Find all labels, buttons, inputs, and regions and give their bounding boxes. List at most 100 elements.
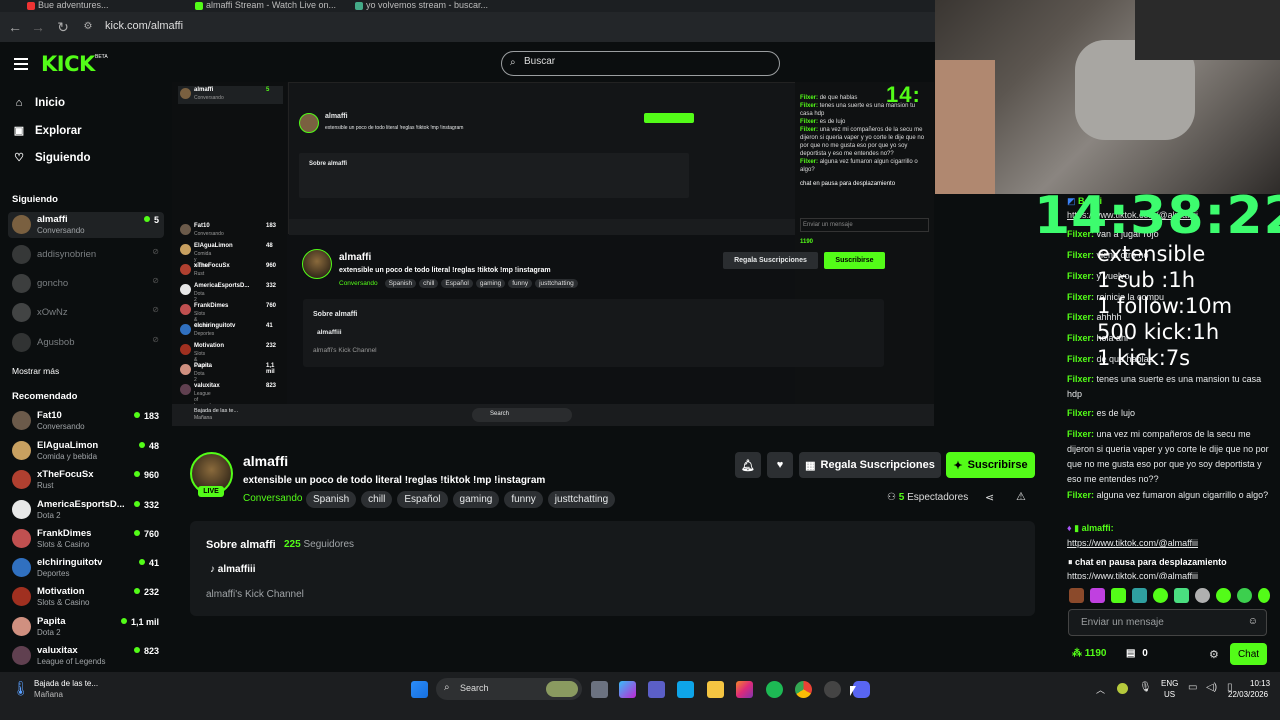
emote[interactable] bbox=[1132, 588, 1147, 603]
sidebar-channel[interactable]: Motivation Slots & Casino 232 bbox=[12, 584, 164, 610]
sidebar-channel-almaffi[interactable]: almaffi Conversando 5 bbox=[8, 212, 164, 238]
file-explorer-icon[interactable] bbox=[707, 681, 724, 698]
mini-tags: Conversando Spanish chill Español gaming fun… bbox=[339, 279, 578, 288]
task-view-icon[interactable] bbox=[591, 681, 608, 698]
weather-icon[interactable]: 🌡︎ bbox=[12, 680, 30, 697]
subscribe-button[interactable]: ✦ Suscribirse bbox=[946, 452, 1035, 478]
mini-about bbox=[299, 153, 689, 198]
tag[interactable]: funny bbox=[504, 491, 543, 508]
show-more-link[interactable]: Mostrar más bbox=[12, 366, 59, 376]
sidebar-channel[interactable]: ElAguaLimon Comida y bebida 48 bbox=[12, 438, 164, 464]
chat-paused-banner[interactable]: ⏸ chat en pausa para desplazamiento bbox=[1064, 555, 1269, 570]
windows-start-icon[interactable] bbox=[411, 681, 428, 698]
search-input[interactable] bbox=[524, 56, 764, 67]
sidebar-channel[interactable]: valuxitax League of Legends 823 bbox=[12, 643, 164, 669]
mouse-cursor-icon bbox=[850, 686, 856, 696]
chat-input-box[interactable]: ☺ bbox=[1068, 609, 1267, 636]
volume-icon[interactable]: ◁) bbox=[1206, 682, 1217, 693]
avatar bbox=[12, 274, 31, 293]
kick-logo[interactable]: KICK bbox=[41, 52, 95, 76]
chat-send-button[interactable]: Chat bbox=[1230, 643, 1267, 665]
emote[interactable] bbox=[1216, 588, 1231, 603]
followers-count: 225 Seguidores bbox=[284, 539, 355, 550]
forward-icon[interactable]: → bbox=[30, 19, 46, 35]
tag[interactable]: gaming bbox=[452, 491, 500, 508]
report-icon[interactable]: ⚠ bbox=[1016, 490, 1026, 503]
notification-bell-button[interactable]: 🔔︎ bbox=[735, 452, 761, 478]
emote[interactable] bbox=[1153, 588, 1168, 603]
streamer-name[interactable]: almaffi bbox=[243, 453, 288, 469]
avatar bbox=[12, 617, 31, 636]
sidebar-channel[interactable]: addisynobrien ⊘ bbox=[12, 242, 164, 268]
taskbar-search[interactable]: ⌕ Search bbox=[436, 678, 582, 700]
sidebar-channel[interactable]: goncho ⊘ bbox=[12, 271, 164, 297]
gift-subs-button[interactable]: ▦ Regala Suscripciones bbox=[799, 452, 941, 478]
tag[interactable]: chill bbox=[361, 491, 393, 508]
url-field[interactable]: kick.com/almaffi bbox=[105, 20, 183, 32]
microphone-icon[interactable]: 🎙︎ bbox=[1139, 682, 1152, 693]
teams-icon[interactable] bbox=[648, 681, 665, 698]
gift-count[interactable]: ▤ 0 bbox=[1126, 648, 1148, 659]
copilot-icon[interactable] bbox=[619, 681, 636, 698]
search-bar[interactable]: ⌕ bbox=[501, 51, 780, 76]
home-icon: ⌂ bbox=[15, 97, 23, 109]
clock-time[interactable]: 10:13 bbox=[1250, 679, 1270, 688]
chat-input[interactable] bbox=[1081, 617, 1241, 628]
tag[interactable]: Español bbox=[397, 491, 448, 508]
browser-tab[interactable]: Bue adventures... bbox=[24, 0, 174, 12]
sidebar-channel[interactable]: xOwNz ⊘ bbox=[12, 300, 164, 326]
language-indicator[interactable]: ENG bbox=[1161, 679, 1178, 688]
emote[interactable] bbox=[1237, 588, 1252, 603]
kick-points[interactable]: ⁂ 1190 bbox=[1072, 648, 1106, 659]
emote[interactable] bbox=[1195, 588, 1210, 603]
sidebar-channel[interactable]: Fat10 Conversando 183 bbox=[12, 408, 164, 434]
news-widget-title[interactable]: Bajada de las te... bbox=[34, 679, 98, 688]
chevron-up-icon[interactable]: ︿ bbox=[1096, 683, 1105, 696]
browser-tab[interactable]: yo volvemos stream - buscar... bbox=[352, 0, 502, 12]
store-icon[interactable] bbox=[677, 681, 694, 698]
users-icon: ⚇ bbox=[887, 492, 896, 503]
browser-tab-active[interactable]: almaffi Stream - Watch Live on... bbox=[192, 0, 342, 12]
sidebar-channel[interactable]: xTheFocuSx Rust 960 bbox=[12, 467, 164, 493]
nav-home[interactable]: ⌂ Inicio bbox=[12, 97, 65, 109]
nav-following[interactable]: ♡ Siguiendo bbox=[12, 151, 91, 165]
follow-button[interactable]: ♥ bbox=[767, 452, 793, 478]
tag[interactable]: justtchatting bbox=[547, 491, 616, 508]
offline-icon: ⊘ bbox=[152, 305, 159, 314]
chat-link[interactable]: https://www.tiktok.com/@almaffiii bbox=[1067, 569, 1272, 579]
emoji-icon[interactable]: ☺ bbox=[1248, 616, 1258, 627]
emote[interactable] bbox=[1174, 588, 1189, 603]
about-title: Sobre almaffi bbox=[206, 539, 276, 551]
chrome-icon[interactable] bbox=[795, 681, 812, 698]
stream-tags: Spanish chill Español gaming funny justt… bbox=[306, 491, 616, 508]
emote[interactable] bbox=[1069, 588, 1084, 603]
obs-icon[interactable] bbox=[824, 681, 841, 698]
stream-category[interactable]: Conversando bbox=[243, 493, 302, 504]
chat-link[interactable]: https://www.tiktok.com/@almaffiii bbox=[1067, 536, 1272, 551]
tiktok-icon: ♪ bbox=[210, 564, 215, 575]
sidebar-channel[interactable]: Agusbob ⊘ bbox=[12, 330, 164, 356]
sidebar-channel[interactable]: elchiringuitotv Deportes 41 bbox=[12, 555, 164, 581]
menu-icon[interactable] bbox=[14, 58, 28, 70]
sidebar-channel[interactable]: AmericaEsportsD... Dota 2 332 bbox=[12, 497, 164, 523]
spotify-icon[interactable] bbox=[766, 681, 783, 698]
instagram-icon[interactable] bbox=[736, 681, 753, 698]
site-info-icon[interactable]: ⚙ bbox=[80, 21, 96, 32]
emote[interactable] bbox=[1111, 588, 1126, 603]
video-player[interactable]: almaffi Conversando 5 Fat10 Conversando 18… bbox=[172, 82, 934, 426]
tag[interactable]: Spanish bbox=[306, 491, 357, 508]
emote[interactable] bbox=[1258, 588, 1270, 603]
emote[interactable] bbox=[1090, 588, 1105, 603]
reload-icon[interactable]: ↻ bbox=[55, 19, 71, 36]
tiktok-link[interactable]: ♪ almaffiii bbox=[210, 564, 256, 575]
live-badge: LIVE bbox=[198, 486, 224, 497]
tray-app-icon[interactable] bbox=[1117, 683, 1128, 694]
settings-gear-icon[interactable]: ⚙ bbox=[1209, 648, 1219, 661]
search-icon: ⌕ bbox=[510, 57, 516, 68]
back-icon[interactable]: ← bbox=[7, 19, 23, 35]
share-icon[interactable]: ⋖ bbox=[985, 491, 994, 504]
network-icon[interactable]: ▭ bbox=[1188, 682, 1197, 693]
sidebar-channel[interactable]: Papita Dota 2 1,1 mil bbox=[12, 614, 164, 640]
sidebar-channel[interactable]: FrankDimes Slots & Casino 760 bbox=[12, 526, 164, 552]
nav-explore[interactable]: ▣ Explorar bbox=[12, 124, 82, 138]
